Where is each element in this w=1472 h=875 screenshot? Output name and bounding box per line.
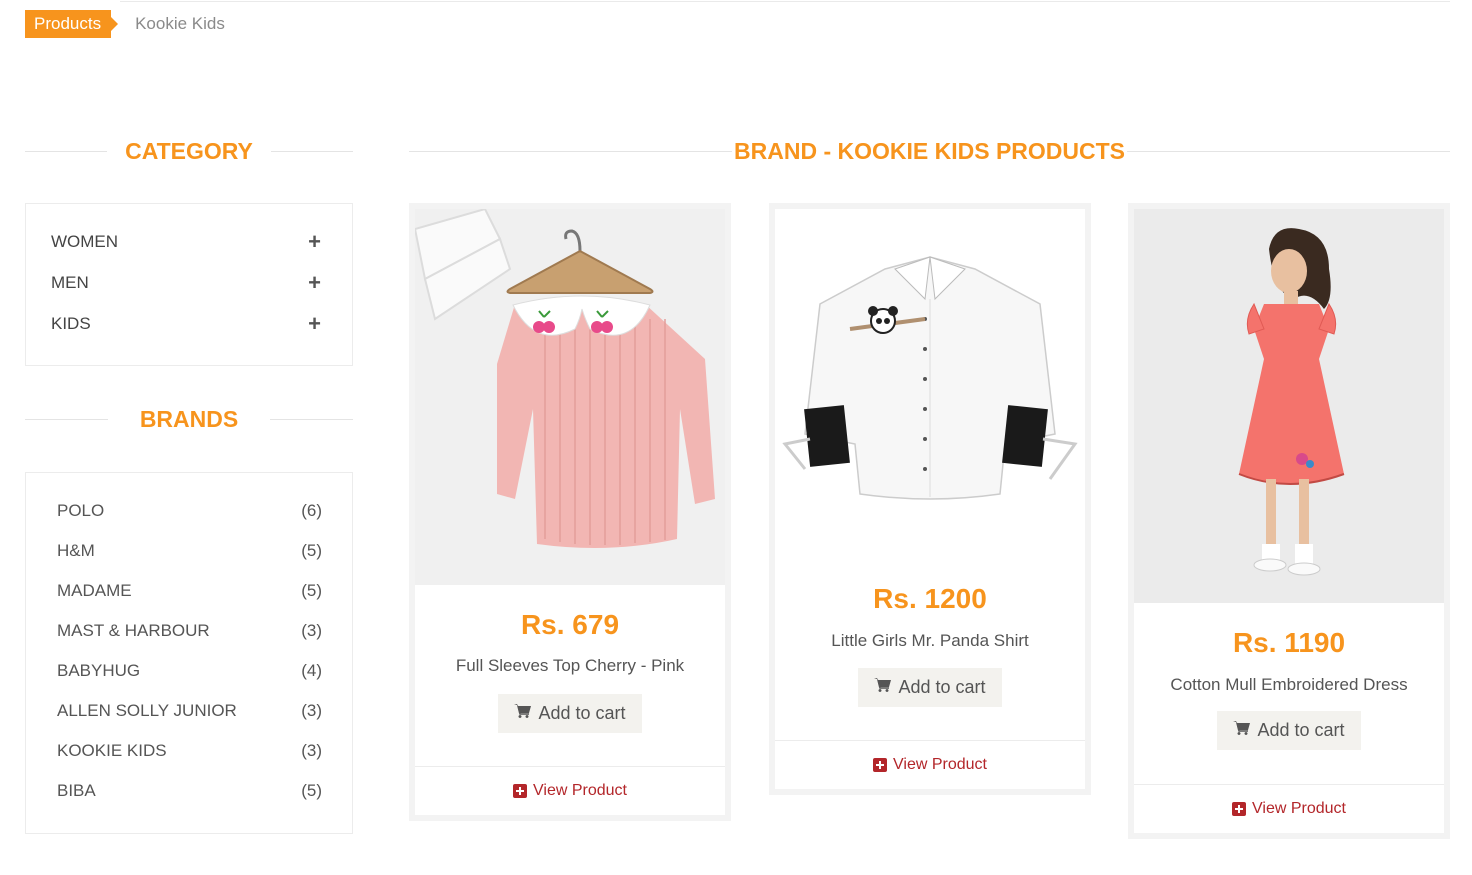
product-name[interactable]: Full Sleeves Top Cherry - Pink (415, 656, 725, 676)
brands-heading: BRANDS (25, 406, 354, 433)
product-price: Rs. 1200 (873, 583, 987, 614)
category-item-kids[interactable]: KIDS + (51, 313, 321, 335)
plus-icon[interactable]: + (308, 272, 321, 294)
brand-label: BIBA (57, 781, 96, 800)
page-title: BRAND - KOOKIE KIDS PRODUCTS (734, 138, 1126, 164)
cart-icon (874, 677, 892, 698)
brand-item-babyhug[interactable]: BABYHUG (4) (57, 661, 322, 681)
brand-label: POLO (57, 501, 105, 520)
breadcrumb: Products Kookie Kids (25, 10, 225, 38)
category-label: KIDS (51, 314, 91, 333)
plus-icon[interactable]: + (308, 231, 321, 253)
brand-count: (3) (301, 701, 322, 720)
product-card: Rs. 1190 Cotton Mull Embroidered Dress A… (1128, 203, 1450, 839)
brand-count: (6) (301, 501, 322, 520)
brand-item-polo[interactable]: POLO (6) (57, 501, 322, 521)
category-heading: CATEGORY (25, 138, 353, 165)
cart-icon (514, 703, 532, 724)
view-product-link[interactable]: View Product (1134, 784, 1444, 833)
add-to-cart-button[interactable]: Add to cart (858, 668, 1002, 707)
pink-dress-image[interactable] (1134, 209, 1444, 603)
panda-shirt-image[interactable] (775, 209, 1085, 559)
product-price: Rs. 679 (520, 609, 620, 640)
add-to-cart-label: Add to cart (538, 703, 626, 723)
plus-square-icon (513, 784, 527, 798)
brand-label: MAST & HARBOUR (57, 621, 210, 640)
add-to-cart-button[interactable]: Add to cart (1217, 711, 1361, 750)
category-label: MEN (51, 273, 89, 292)
brand-item-biba[interactable]: BIBA (5) (57, 781, 322, 801)
main-heading: BRAND - KOOKIE KIDS PRODUCTS (409, 138, 1451, 165)
plus-icon[interactable]: + (308, 313, 321, 335)
view-product-label: View Product (533, 782, 627, 799)
brand-label: BABYHUG (57, 661, 141, 680)
brand-item-allen-solly-junior[interactable]: ALLEN SOLLY JUNIOR (3) (57, 701, 322, 721)
add-to-cart-label: Add to cart (898, 677, 986, 697)
brand-item-madame[interactable]: MADAME (5) (57, 581, 322, 601)
brand-item-kookie-kids[interactable]: KOOKIE KIDS (3) (57, 741, 322, 761)
brand-count: (4) (301, 661, 322, 680)
brand-label: MADAME (57, 581, 132, 600)
breadcrumb-products-link[interactable]: Products (25, 10, 119, 38)
plus-square-icon (1232, 802, 1246, 816)
view-product-label: View Product (893, 756, 987, 773)
product-name[interactable]: Little Girls Mr. Panda Shirt (775, 631, 1085, 651)
pink-top-image[interactable] (415, 209, 725, 585)
product-card: Rs. 679 Full Sleeves Top Cherry - Pink A… (409, 203, 731, 821)
breadcrumb-current: Kookie Kids (135, 14, 225, 33)
view-product-label: View Product (1252, 800, 1346, 817)
brand-count: (5) (301, 581, 322, 600)
category-panel: WOMEN + MEN + KIDS + (25, 203, 353, 366)
product-name[interactable]: Cotton Mull Embroidered Dress (1134, 675, 1444, 695)
add-to-cart-label: Add to cart (1257, 720, 1345, 740)
plus-square-icon (873, 758, 887, 772)
brand-count: (3) (301, 621, 322, 640)
category-item-men[interactable]: MEN + (51, 272, 321, 294)
product-card: Rs. 1200 Little Girls Mr. Panda Shirt Ad… (769, 203, 1091, 795)
view-product-link[interactable]: View Product (775, 740, 1085, 789)
brand-count: (5) (301, 541, 322, 560)
category-title: CATEGORY (125, 138, 253, 164)
view-product-link[interactable]: View Product (415, 766, 725, 815)
brand-count: (5) (301, 781, 322, 800)
brand-item-hm[interactable]: H&M (5) (57, 541, 322, 561)
top-divider (120, 1, 1450, 2)
category-item-women[interactable]: WOMEN + (51, 231, 321, 253)
product-price: Rs. 1190 (1232, 627, 1346, 658)
add-to-cart-button[interactable]: Add to cart (498, 694, 642, 733)
brands-title: BRANDS (139, 406, 239, 432)
cart-icon (1233, 720, 1251, 741)
brand-label: KOOKIE KIDS (57, 741, 167, 760)
brands-panel: POLO (6) H&M (5) MADAME (5) MAST & HARBO… (25, 472, 353, 834)
category-label: WOMEN (51, 232, 119, 251)
brand-label: H&M (57, 541, 95, 560)
brand-label: ALLEN SOLLY JUNIOR (57, 701, 237, 720)
brand-item-mast-harbour[interactable]: MAST & HARBOUR (3) (57, 621, 322, 641)
brand-count: (3) (301, 741, 322, 760)
